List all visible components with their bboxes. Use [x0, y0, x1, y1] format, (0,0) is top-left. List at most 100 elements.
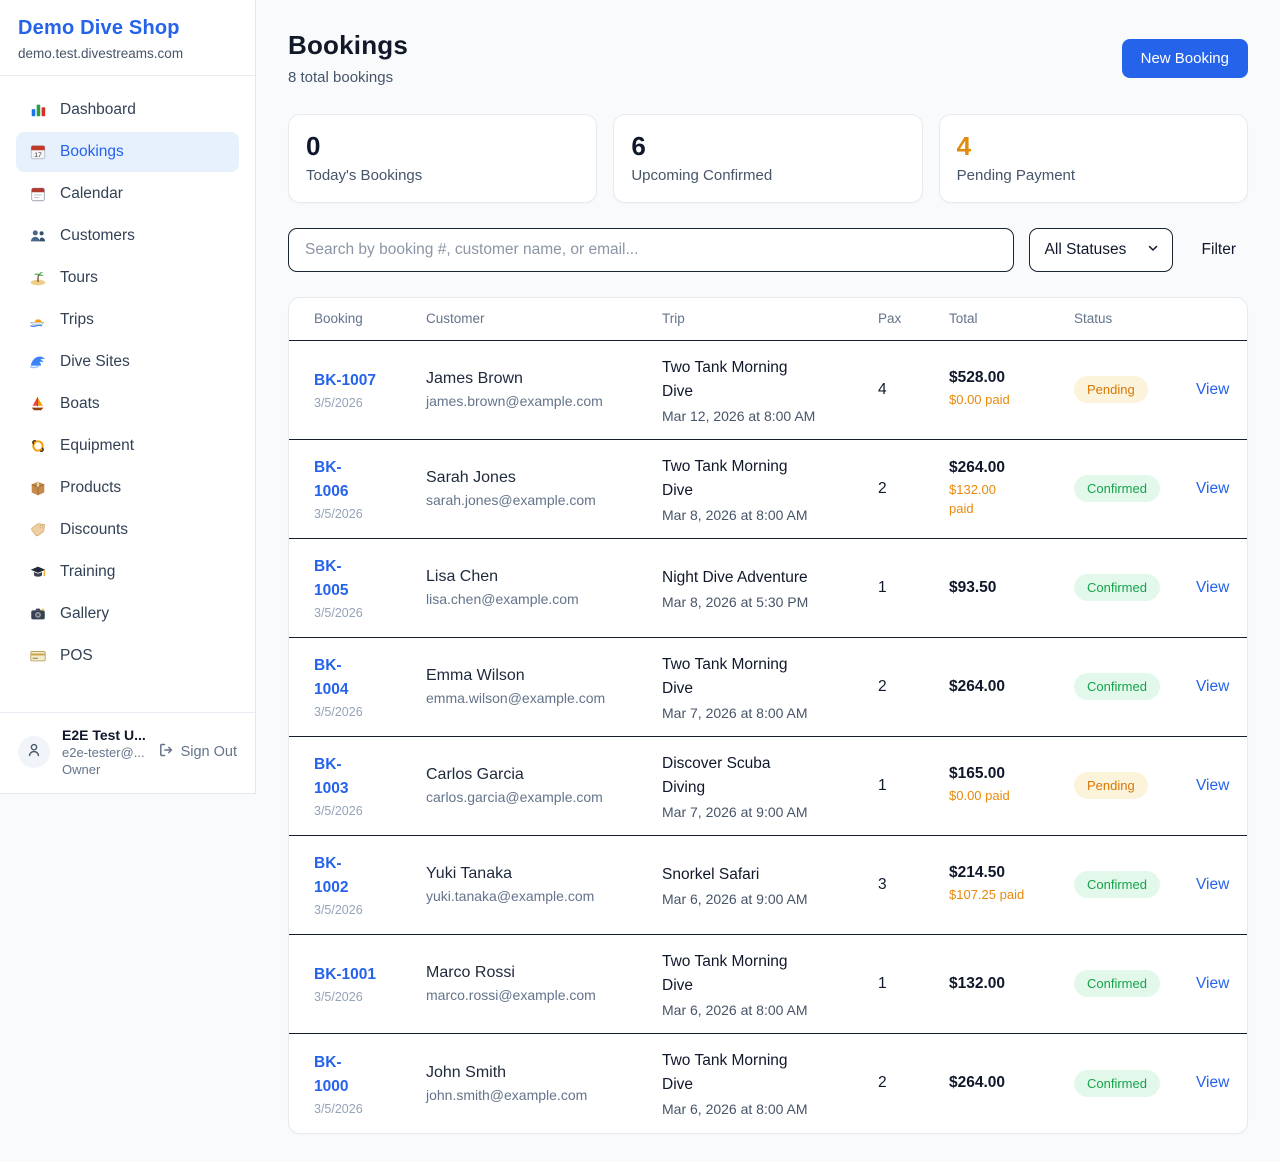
view-link[interactable]: View [1196, 480, 1229, 497]
sidebar-item-trips[interactable]: Trips [16, 300, 239, 340]
main-content: Bookings 8 total bookings New Booking 0T… [256, 0, 1280, 1162]
booking-id-link[interactable]: BK-1007 [314, 369, 376, 393]
sidebar-item-bookings[interactable]: 17Bookings [16, 132, 239, 172]
total-paid: $0.00 paid [949, 391, 1074, 410]
status-select[interactable]: All Statuses [1029, 228, 1173, 272]
filter-button[interactable]: Filter [1202, 241, 1236, 259]
customer-cell: Yuki Tanaka yuki.tanaka@example.com [426, 865, 662, 904]
view-link[interactable]: View [1196, 975, 1229, 992]
sidebar-item-label: Equipment [60, 437, 134, 455]
sidebar-item-products[interactable]: Products [16, 468, 239, 508]
total-paid: $0.00 paid [949, 787, 1074, 806]
status-cell: Confirmed [1074, 673, 1196, 700]
sidebar-item-tours[interactable]: Tours [16, 258, 239, 298]
booking-cell: BK- 1002 3/5/2026 [314, 852, 426, 917]
sidebar-item-pos[interactable]: POS [16, 636, 239, 676]
col-header-trip: Trip [662, 311, 878, 326]
actions-cell: View [1196, 1074, 1233, 1092]
sign-out-label: Sign Out [181, 744, 237, 760]
table-row: BK-1007 3/5/2026 James Brown james.brown… [289, 341, 1247, 440]
status-badge: Pending [1074, 772, 1148, 799]
trip-name: Two Tank Morning Dive [662, 653, 878, 701]
svg-text:17: 17 [34, 152, 42, 159]
booking-date: 3/5/2026 [314, 990, 426, 1004]
trip-datetime: Mar 6, 2026 at 8:00 AM [662, 1101, 878, 1117]
status-badge: Confirmed [1074, 475, 1160, 502]
view-link[interactable]: View [1196, 678, 1229, 695]
sidebar-item-customers[interactable]: Customers [16, 216, 239, 256]
pax-value: 3 [878, 876, 949, 894]
trip-name: Night Dive Adventure [662, 566, 878, 590]
table-row: BK-1001 3/5/2026 Marco Rossi marco.rossi… [289, 935, 1247, 1034]
total-cell: $264.00 [949, 1074, 1074, 1092]
customer-cell: Lisa Chen lisa.chen@example.com [426, 568, 662, 607]
status-select-value: All Statuses [1045, 241, 1127, 259]
booking-date: 3/5/2026 [314, 507, 426, 521]
trip-cell: Snorkel Safari Mar 6, 2026 at 9:00 AM [662, 863, 878, 907]
sidebar-item-label: Calendar [60, 185, 123, 203]
trip-cell: Discover Scuba Diving Mar 7, 2026 at 9:0… [662, 752, 878, 820]
trip-datetime: Mar 7, 2026 at 8:00 AM [662, 705, 878, 721]
booking-id-link[interactable]: BK- 1003 [314, 753, 348, 801]
user-footer: E2E Test U... e2e-tester@... Owner Sign … [0, 712, 255, 793]
stat-label: Today's Bookings [306, 167, 579, 184]
sidebar-item-gallery[interactable]: Gallery [16, 594, 239, 634]
total-amount: $264.00 [949, 678, 1074, 696]
booking-cell: BK- 1004 3/5/2026 [314, 654, 426, 719]
customer-email: yuki.tanaka@example.com [426, 888, 662, 904]
status-badge: Confirmed [1074, 871, 1160, 898]
view-link[interactable]: View [1196, 777, 1229, 794]
credit-card-icon [28, 646, 48, 666]
booking-id-link[interactable]: BK- 1006 [314, 456, 348, 504]
booking-id-link[interactable]: BK-1001 [314, 963, 376, 987]
trip-datetime: Mar 8, 2026 at 8:00 AM [662, 507, 878, 523]
sidebar-item-dashboard[interactable]: Dashboard [16, 90, 239, 130]
trip-datetime: Mar 6, 2026 at 9:00 AM [662, 891, 878, 907]
sidebar-item-dive-sites[interactable]: Dive Sites [16, 342, 239, 382]
sidebar-nav: Dashboard17Bookings Calendar CustomersTour… [0, 76, 255, 712]
new-booking-button[interactable]: New Booking [1122, 39, 1248, 78]
island-icon [28, 268, 48, 288]
customer-name: James Brown [426, 370, 662, 388]
sidebar-item-discounts[interactable]: Discounts [16, 510, 239, 550]
sidebar-item-training[interactable]: Training [16, 552, 239, 592]
booking-id-link[interactable]: BK- 1000 [314, 1051, 348, 1099]
customer-name: Emma Wilson [426, 667, 662, 685]
sidebar-item-calendar[interactable]: Calendar [16, 174, 239, 214]
stat-value: 6 [631, 132, 904, 162]
actions-cell: View [1196, 876, 1233, 894]
trip-cell: Two Tank Morning Dive Mar 6, 2026 at 8:0… [662, 1049, 878, 1117]
bookings-table: Booking Customer Trip Pax Total Status B… [288, 297, 1248, 1134]
customer-email: emma.wilson@example.com [426, 690, 662, 706]
booking-id-link[interactable]: BK- 1002 [314, 852, 348, 900]
trip-cell: Two Tank Morning Dive Mar 8, 2026 at 8:0… [662, 455, 878, 523]
status-cell: Confirmed [1074, 970, 1196, 997]
booking-date: 3/5/2026 [314, 396, 426, 410]
customer-email: john.smith@example.com [426, 1087, 662, 1103]
brand-header: Demo Dive Shop demo.test.divestreams.com [0, 0, 255, 76]
sign-out-button[interactable]: Sign Out [158, 742, 237, 762]
customer-name: Lisa Chen [426, 568, 662, 586]
actions-cell: View [1196, 975, 1233, 993]
view-link[interactable]: View [1196, 579, 1229, 596]
sidebar-item-boats[interactable]: Boats [16, 384, 239, 424]
status-badge: Pending [1074, 376, 1148, 403]
view-link[interactable]: View [1196, 876, 1229, 893]
customer-name: Marco Rossi [426, 964, 662, 982]
booking-id-link[interactable]: BK- 1004 [314, 654, 348, 702]
view-link[interactable]: View [1196, 1074, 1229, 1091]
total-amount: $165.00 [949, 765, 1074, 783]
sailboat-icon [28, 394, 48, 414]
booking-date: 3/5/2026 [314, 903, 426, 917]
status-badge: Confirmed [1074, 970, 1160, 997]
actions-cell: View [1196, 579, 1233, 597]
trip-cell: Two Tank Morning Dive Mar 6, 2026 at 8:0… [662, 950, 878, 1018]
trip-name: Two Tank Morning Dive [662, 455, 878, 503]
col-header-booking: Booking [314, 311, 426, 326]
search-input[interactable] [288, 228, 1014, 272]
col-header-total: Total [949, 311, 1074, 326]
view-link[interactable]: View [1196, 381, 1229, 398]
total-amount: $93.50 [949, 579, 1074, 597]
sidebar-item-equipment[interactable]: Equipment [16, 426, 239, 466]
booking-id-link[interactable]: BK- 1005 [314, 555, 348, 603]
